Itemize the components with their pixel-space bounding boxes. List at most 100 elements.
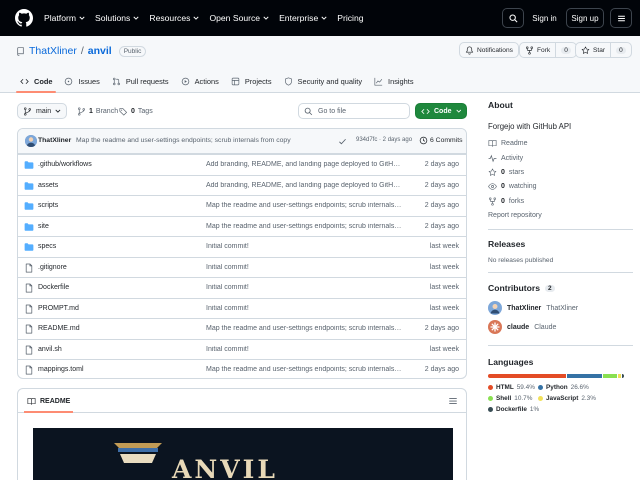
nav-label: Enterprise	[279, 13, 319, 23]
file-name-link[interactable]: .gitignore	[38, 264, 67, 271]
nav-solutions[interactable]: Solutions	[95, 13, 139, 23]
tab-issues[interactable]: Issues	[58, 69, 105, 93]
language-bar-segment	[617, 374, 621, 378]
commits-link[interactable]: 6 Commits	[419, 136, 462, 145]
file-commit-date: last week	[429, 304, 459, 312]
code-button[interactable]: Code	[415, 103, 467, 119]
file-name-link[interactable]: specs	[38, 243, 56, 250]
language-name: Python	[546, 384, 568, 391]
go-to-file-input[interactable]: Go to file	[298, 103, 410, 119]
list-icon[interactable]	[448, 396, 458, 406]
language-item[interactable]: Python 26.6%	[538, 384, 589, 391]
language-dot	[488, 407, 493, 412]
file-commit-date: 2 days ago	[424, 181, 459, 189]
tab-insights[interactable]: Insights	[368, 69, 419, 93]
nav-pricing[interactable]: Pricing	[337, 13, 363, 23]
watching-link[interactable]: 0 watching	[488, 182, 537, 191]
table-row[interactable]: anvil.sh Initial commit! last week	[18, 338, 466, 360]
nav-label: Pricing	[337, 13, 364, 23]
file-commit-message-link[interactable]: Initial commit!	[206, 264, 402, 271]
releases-heading[interactable]: Releases	[488, 239, 525, 249]
tab-projects[interactable]: Projects	[225, 69, 278, 93]
star-button[interactable]: Star 0	[575, 42, 632, 58]
commit-hash[interactable]: 934d7fc · 2 days ago	[356, 137, 412, 143]
tab-actions[interactable]: Actions	[175, 69, 225, 93]
menu-button[interactable]	[610, 8, 632, 28]
file-commit-message-link[interactable]: Map the readme and user-settings endpoin…	[206, 325, 402, 332]
file-commit-message-link[interactable]: Initial commit!	[206, 346, 402, 353]
table-row[interactable]: specs Initial commit! last week	[18, 236, 466, 257]
file-name-link[interactable]: site	[38, 223, 49, 230]
tags-link[interactable]: 0 Tags	[119, 107, 153, 116]
github-logo-icon[interactable]	[15, 9, 33, 27]
file-commit-message-link[interactable]: Add branding, README, and landing page d…	[206, 182, 402, 189]
avatar	[488, 301, 502, 315]
file-commit-message-link[interactable]: Map the readme and user-settings endpoin…	[206, 202, 402, 209]
language-item[interactable]: JavaScript 2.3%	[538, 395, 596, 402]
table-row[interactable]: Dockerfile Initial commit! last week	[18, 277, 466, 298]
sign-in-link[interactable]: Sign in	[527, 8, 562, 28]
file-commit-message-link[interactable]: Add branding, README, and landing page d…	[206, 161, 402, 168]
branch-select[interactable]: main	[17, 103, 67, 119]
file-commit-message-link[interactable]: Initial commit!	[206, 243, 402, 250]
language-percent: 59.4%	[516, 384, 535, 391]
file-name-link[interactable]: README.md	[38, 325, 80, 332]
star-icon	[488, 168, 497, 176]
language-item[interactable]: HTML 59.4%	[488, 384, 535, 391]
tab-code[interactable]: Code	[14, 69, 58, 93]
nav-resources[interactable]: Resources	[149, 13, 200, 23]
file-name-link[interactable]: mappings.toml	[38, 366, 84, 373]
activity-link[interactable]: Activity	[488, 154, 523, 163]
file-commit-message-link[interactable]: Map the readme and user-settings endpoin…	[206, 223, 402, 230]
file-name-link[interactable]: PROMPT.md	[38, 305, 79, 312]
repo-owner-link[interactable]: ThatXliner	[29, 45, 77, 57]
readme-tab[interactable]: README	[22, 389, 75, 413]
table-row[interactable]: scripts Map the readme and user-settings …	[18, 195, 466, 216]
file-icon	[25, 345, 33, 354]
contributors-heading[interactable]: Contributors 2	[488, 283, 555, 293]
language-item[interactable]: Shell 10.7%	[488, 395, 532, 402]
sign-up-button[interactable]: Sign up	[566, 8, 604, 28]
contributor-item[interactable]: claude Claude	[488, 320, 556, 334]
link-label: Readme	[501, 140, 528, 147]
nav-open-source[interactable]: Open Source	[209, 13, 269, 23]
table-row[interactable]: README.md Map the readme and user-setting…	[18, 318, 466, 339]
avatar[interactable]	[25, 135, 37, 147]
table-row[interactable]: assets Add branding, README, and landing …	[18, 174, 466, 196]
report-repository-link[interactable]: Report repository	[488, 212, 542, 219]
forks-link[interactable]: 0 forks	[488, 197, 524, 206]
branches-link[interactable]: 1 Branch	[77, 107, 118, 116]
file-name-link[interactable]: .github/workflows	[38, 161, 92, 168]
stars-link[interactable]: 0 stars	[488, 168, 524, 177]
tab-pull-requests[interactable]: Pull requests	[106, 69, 175, 93]
nav-platform[interactable]: Platform	[44, 13, 85, 23]
file-commit-message-link[interactable]: Initial commit!	[206, 305, 402, 312]
nav-enterprise[interactable]: Enterprise	[279, 13, 327, 23]
repo-name-link[interactable]: anvil	[88, 45, 112, 57]
table-row[interactable]: PROMPT.md Initial commit! last week	[18, 297, 466, 319]
file-commit-date: 2 days ago	[424, 366, 459, 373]
table-row[interactable]: site Map the readme and user-settings end…	[18, 215, 466, 237]
file-name-link[interactable]: anvil.sh	[38, 346, 62, 353]
search-button[interactable]	[502, 8, 524, 28]
file-commit-message-link[interactable]: Map the readme and user-settings endpoin…	[206, 366, 402, 373]
language-bar-segment	[488, 374, 566, 378]
language-name: JavaScript	[546, 395, 579, 402]
commit-message[interactable]: Map the readme and user-settings endpoin…	[76, 137, 291, 144]
file-name-link[interactable]: Dockerfile	[38, 284, 69, 291]
commit-author[interactable]: ThatXliner	[38, 137, 71, 144]
fork-button[interactable]: Fork 0	[519, 42, 577, 58]
table-row[interactable]: .gitignore Initial commit! last week	[18, 256, 466, 278]
file-name-link[interactable]: assets	[38, 182, 58, 189]
readme-link[interactable]: Readme	[488, 139, 527, 148]
contributor-item[interactable]: ThatXliner ThatXliner	[488, 301, 578, 315]
table-row[interactable]: .github/workflows Add branding, README, a…	[18, 154, 466, 175]
nav-label: Platform	[44, 13, 76, 23]
tab-security[interactable]: Security and quality	[278, 69, 369, 93]
contributor-login: claude	[507, 323, 530, 331]
table-row[interactable]: mappings.toml Map the readme and user-set…	[18, 359, 466, 378]
notifications-button[interactable]: Notifications	[459, 42, 519, 58]
file-commit-message-link[interactable]: Initial commit!	[206, 284, 402, 291]
language-item[interactable]: Dockerfile 1%	[488, 406, 539, 413]
file-name-link[interactable]: scripts	[38, 202, 58, 209]
